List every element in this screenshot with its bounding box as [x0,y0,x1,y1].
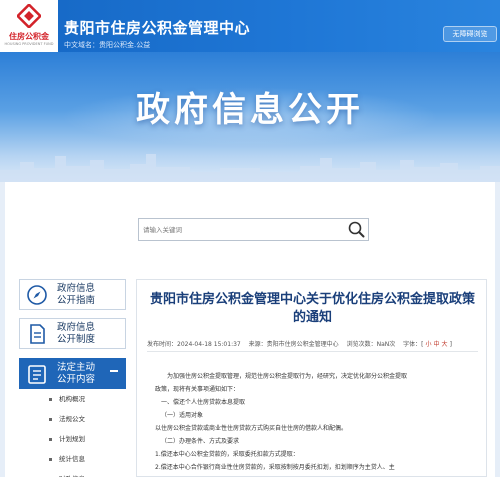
article-title: 贵阳市住房公积金管理中心关于优化住房公积金提取政策的通知 [149,292,475,325]
city-skyline-decoration [0,154,500,182]
article-paragraph: 政策，现将有关事项通知如下： [155,386,240,393]
sidebar-sub-item-plans[interactable]: 计划规划 [19,429,126,449]
sidebar-item-statutory-content[interactable]: 法定主动 公开内容 [19,358,126,389]
font-size-label: 字体：[ [403,341,424,348]
search-box [138,218,369,241]
compass-icon [27,285,47,305]
checklist-icon [28,365,46,384]
article-paragraph: 一、偿还个人住房贷款本息提取 [161,399,246,406]
search-icon[interactable] [346,220,366,239]
sidebar-item-disclosure-guide[interactable]: 政府信息 公开指南 [19,279,126,310]
site-domain: 中文域名：贵阳公积金.公益 [64,41,151,49]
accessibility-button[interactable]: 无障碍浏览 [443,26,497,42]
logo-subtext: HOUSING PROVIDENT FUND [4,42,54,46]
font-size-medium-button[interactable]: 中 [434,341,440,348]
banner-title: 政府信息公开 [136,90,364,130]
font-size-bracket: ] [449,341,452,348]
article-meta: 发布时间：2024-04-18 15:01:37 来源：贵阳市住房公积金管理中心… [147,339,478,348]
provident-fund-logo-icon [17,4,41,28]
sidebar-sub-item-statistics[interactable]: 统计信息 [19,449,126,469]
logo-text: 住房公积金 [9,32,49,41]
main-content: 政府信息 公开指南 政府信息 公开制度 法定主动 公开内容 机构概况 法规公文 [5,182,495,477]
sidebar-sub-list: 机构概况 法规公文 计划规划 统计信息 财政信息 [19,389,126,477]
article-source: 来源：贵阳市住房公积金管理中心 [248,341,339,348]
page-banner: 政府信息公开 [0,52,500,182]
sidebar-sub-item-regulations[interactable]: 法规公文 [19,409,126,429]
font-size-large-button[interactable]: 大 [442,341,448,348]
article-paragraph: （二）办理条件、方式及要求 [161,438,240,445]
article-paragraph: （一）适用对象 [161,412,204,419]
collapse-icon [110,370,118,372]
sidebar-item-label: 政府信息 公开制度 [57,322,96,345]
sidebar-sub-item-finance[interactable]: 财政信息 [19,469,126,477]
article-paragraph: 以住房公积金贷款或商业性住房贷款方式购买自住住房的借款人和配偶。 [155,425,348,432]
site-header: 住房公积金 HOUSING PROVIDENT FUND 贵阳市住房公积金管理中… [0,0,500,52]
sidebar-item-label: 法定主动 公开内容 [57,362,96,385]
font-size-small-button[interactable]: 小 [426,341,432,348]
document-icon [30,324,45,344]
sidebar-item-disclosure-system[interactable]: 政府信息 公开制度 [19,318,126,349]
site-title: 贵阳市住房公积金管理中心 [64,19,251,37]
site-logo[interactable]: 住房公积金 HOUSING PROVIDENT FUND [0,0,58,52]
article-paragraph: 1.偿还本中心公积金贷款的，采取委托扣款方式提取： [155,451,299,458]
publish-time: 发布时间：2024-04-18 15:01:37 [147,341,241,348]
sidebar-item-label: 政府信息 公开指南 [57,283,96,306]
search-input[interactable] [139,219,344,240]
view-count: 浏览次数：NaN次 [346,341,396,348]
article-paragraph: 2.偿还本中心合作银行商业性住房贷款的，采取按制按月委托扣划，扣划顺序为主贷人、… [155,464,395,471]
meta-divider [147,351,478,352]
article-body: 为加强住房公积金提取管理，规范住房公积金提取行为，经研究，决定优化部分公积金提取… [155,370,475,474]
article-paragraph: 为加强住房公积金提取管理，规范住房公积金提取行为，经研究，决定优化部分公积金提取 [167,373,408,380]
sidebar-sub-item-org[interactable]: 机构概况 [19,389,126,409]
article-panel: 贵阳市住房公积金管理中心关于优化住房公积金提取政策的通知 发布时间：2024-0… [136,279,487,477]
